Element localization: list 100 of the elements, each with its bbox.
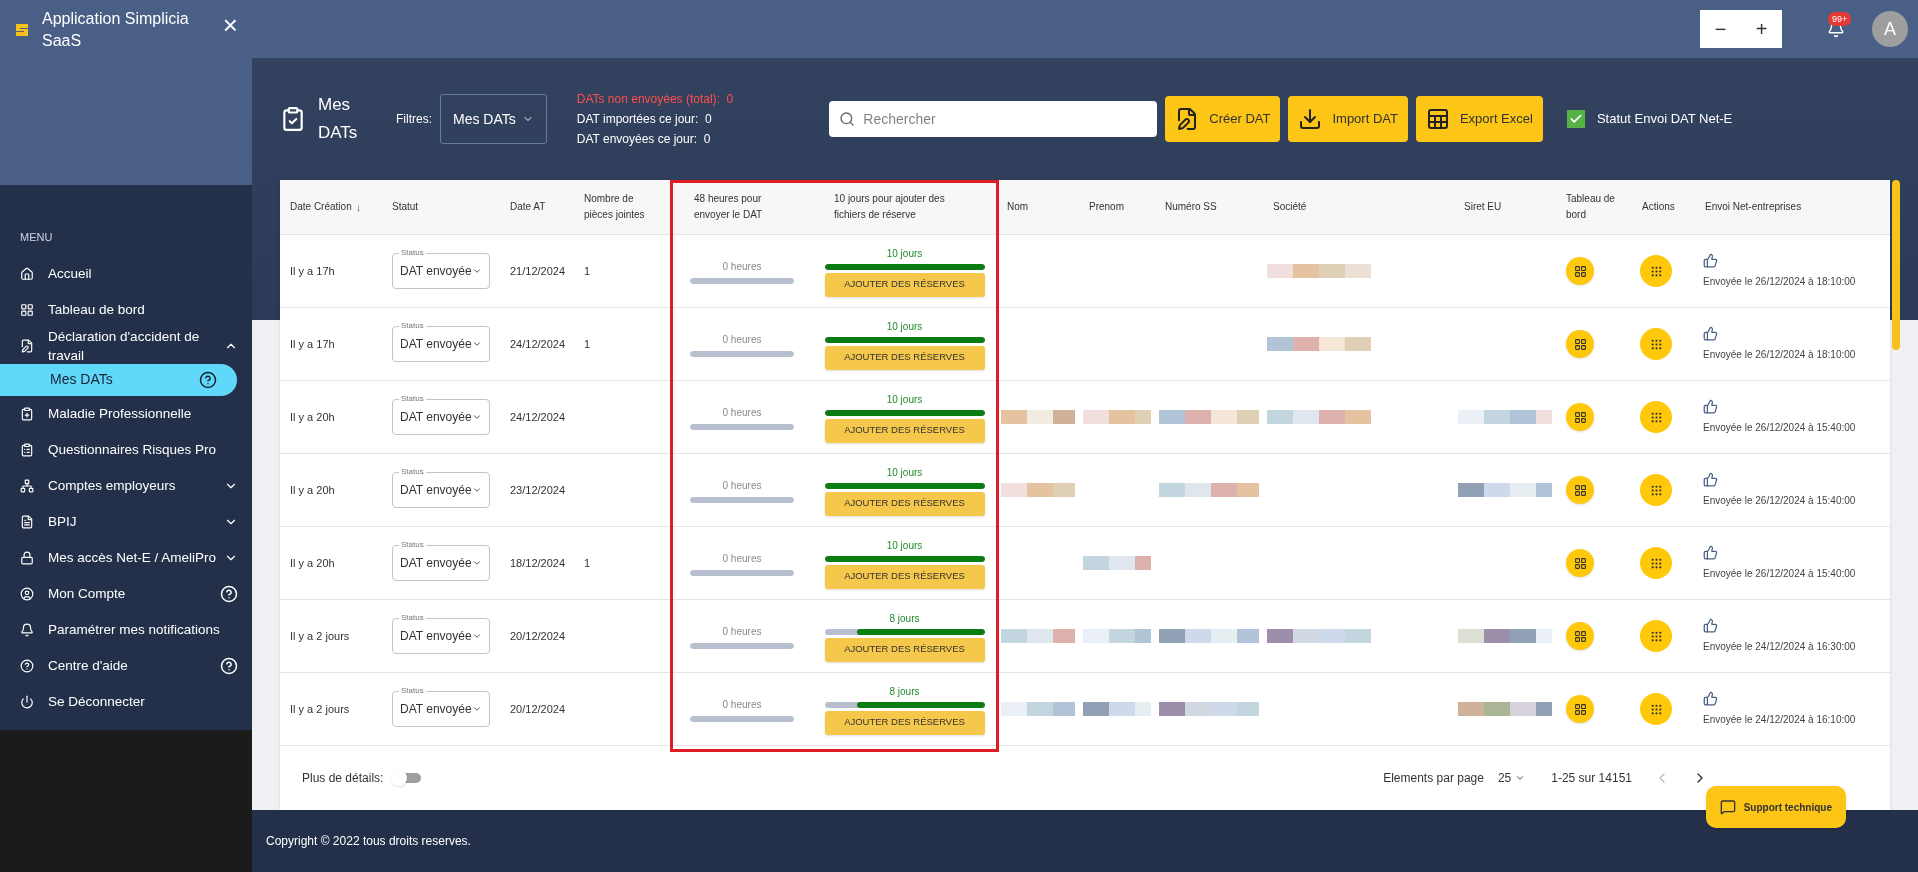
table-cell-text: 18/12/2024: [510, 555, 566, 571]
actions-button[interactable]: [1640, 401, 1672, 433]
column-header: Actions: [1642, 200, 1675, 214]
days-remaining: 10 jours: [886, 538, 923, 553]
menu-item[interactable]: Centre d'aide: [0, 647, 252, 684]
dots-grid-icon: [1649, 410, 1663, 424]
dots-grid-icon: [1649, 629, 1663, 643]
actions-button[interactable]: [1640, 547, 1672, 579]
table-cell-text: 1: [584, 263, 591, 279]
download-icon: [1298, 107, 1323, 131]
thumbs-up-icon: [1703, 399, 1718, 414]
per-page-select[interactable]: 25: [1497, 769, 1526, 787]
checkbox[interactable]: [1566, 110, 1585, 128]
caret-icon: [472, 704, 482, 714]
table-cell-text: 20/12/2024: [510, 701, 566, 717]
actions-button[interactable]: [1640, 693, 1672, 725]
menu-item[interactable]: Se Déconnecter: [0, 683, 252, 720]
column-header: Tableau de bord: [1566, 192, 1616, 222]
add-reserves-button[interactable]: AJOUTER DES RÉSERVES: [824, 491, 985, 516]
home-icon: [20, 266, 34, 281]
add-reserves-button[interactable]: AJOUTER DES RÉSERVES: [824, 345, 985, 370]
dots-grid-icon: [1649, 337, 1663, 351]
bell-icon: [20, 622, 34, 637]
stat-line: DAT envoyées ce jour: 0: [576, 131, 712, 148]
filter-dropdown[interactable]: Mes DATs: [440, 94, 547, 144]
menu-item[interactable]: Accueil: [0, 255, 252, 292]
menu-item[interactable]: Tableau de bord: [0, 291, 252, 328]
menu-item[interactable]: Questionnaires Risques Pro: [0, 431, 252, 468]
pixelated-redaction: [1083, 556, 1151, 570]
table-cell-text: 20/12/2024: [510, 628, 566, 644]
dashboard-button[interactable]: [1566, 403, 1594, 431]
caret-icon: [1515, 773, 1526, 783]
actions-button[interactable]: [1640, 328, 1672, 360]
add-reserves-button[interactable]: AJOUTER DES RÉSERVES: [824, 637, 985, 662]
menu-item[interactable]: Mon Compte: [0, 575, 252, 612]
dashboard-button[interactable]: [1566, 330, 1594, 358]
add-reserves-button[interactable]: AJOUTER DES RÉSERVES: [824, 710, 985, 735]
menu-item[interactable]: Maladie Professionnelle: [0, 395, 252, 432]
actions-button[interactable]: [1640, 474, 1672, 506]
table-cell-text: Il y a 2 jours: [290, 701, 350, 717]
actions-button[interactable]: [1640, 255, 1672, 287]
filter-label: Filtres:: [396, 111, 432, 128]
thumbs-up-icon: [1703, 326, 1718, 341]
column-header: Numéro SS: [1165, 200, 1217, 214]
table-cell-text: Il y a 2 jours: [290, 628, 350, 644]
submenu-item[interactable]: Mes DATs: [0, 363, 237, 396]
column-header: Date Création: [290, 200, 352, 214]
sort-indicator[interactable]: ↓: [355, 199, 362, 215]
caret-icon: [472, 485, 482, 495]
hours-remaining: 0 heures: [722, 259, 762, 274]
column-header: Société: [1273, 200, 1307, 214]
close-button[interactable]: ×: [222, 12, 238, 38]
chat-icon: [1719, 799, 1736, 815]
dashboard-button[interactable]: [1566, 476, 1594, 504]
grid-icon: [1573, 483, 1587, 497]
toolbar-button[interactable]: Créer DAT: [1165, 96, 1281, 142]
add-reserves-button[interactable]: AJOUTER DES RÉSERVES: [824, 272, 985, 297]
dots-grid-icon: [1649, 264, 1663, 278]
column-header: 48 heures pour envoyer le DAT: [694, 192, 764, 222]
days-remaining: 8 jours: [889, 611, 920, 626]
support-button[interactable]: Support technique: [1705, 786, 1846, 828]
pixelated-redaction: [1083, 410, 1151, 424]
hours-remaining: 0 heures: [722, 551, 762, 566]
menu-item[interactable]: BPIJ: [0, 503, 252, 540]
zoom-out-button[interactable]: −: [1714, 14, 1727, 44]
menu-item[interactable]: Déclaration d'accident de travail: [0, 327, 252, 364]
toolbar-button[interactable]: Import DAT: [1288, 96, 1408, 142]
per-page-label: Elements par page: [1383, 770, 1484, 787]
dashboard-button[interactable]: [1566, 695, 1594, 723]
grid-icon: [1573, 702, 1587, 716]
grid-icon: [1573, 629, 1587, 643]
hours-remaining: 0 heures: [722, 697, 762, 712]
toolbar-button[interactable]: Export Excel: [1415, 96, 1543, 142]
column-header: Prenom: [1089, 200, 1124, 214]
menu-item[interactable]: Comptes employeurs: [0, 467, 252, 504]
dashboard-button[interactable]: [1566, 257, 1594, 285]
dashboard-button[interactable]: [1566, 622, 1594, 650]
menu-item[interactable]: Paramétrer mes notifications: [0, 611, 252, 648]
zoom-in-button[interactable]: +: [1755, 14, 1768, 44]
actions-button[interactable]: [1640, 620, 1672, 652]
add-reserves-button[interactable]: AJOUTER DES RÉSERVES: [824, 564, 985, 589]
help-icon[interactable]: [199, 370, 217, 389]
app-title: Application Simplicia SaaS: [42, 9, 190, 51]
add-reserves-button[interactable]: AJOUTER DES RÉSERVES: [824, 418, 985, 443]
table-cell-text: Il y a 17h: [290, 336, 335, 352]
menu-item[interactable]: Mes accès Net-E / AmeliPro: [0, 539, 252, 576]
sent-date: Envoyée le 26/12/2024 à 15:40:00: [1703, 421, 1857, 435]
checkbox-label: Statut Envoi DAT Net-E: [1596, 110, 1733, 129]
logo-icon: [14, 22, 30, 38]
thumbs-up-icon: [1703, 618, 1718, 633]
thumbs-up-icon: [1703, 472, 1718, 487]
days-remaining: 10 jours: [886, 465, 923, 480]
toggle-switch[interactable]: [393, 773, 422, 783]
column-header: Statut: [392, 200, 419, 214]
days-remaining: 10 jours: [886, 392, 923, 407]
dashboard-button[interactable]: [1566, 549, 1594, 577]
grid-icon: [1573, 556, 1587, 570]
document-pen-icon: [20, 338, 34, 353]
sent-date: Envoyée le 24/12/2024 à 16:30:00: [1703, 640, 1857, 654]
dots-grid-icon: [1649, 556, 1663, 570]
